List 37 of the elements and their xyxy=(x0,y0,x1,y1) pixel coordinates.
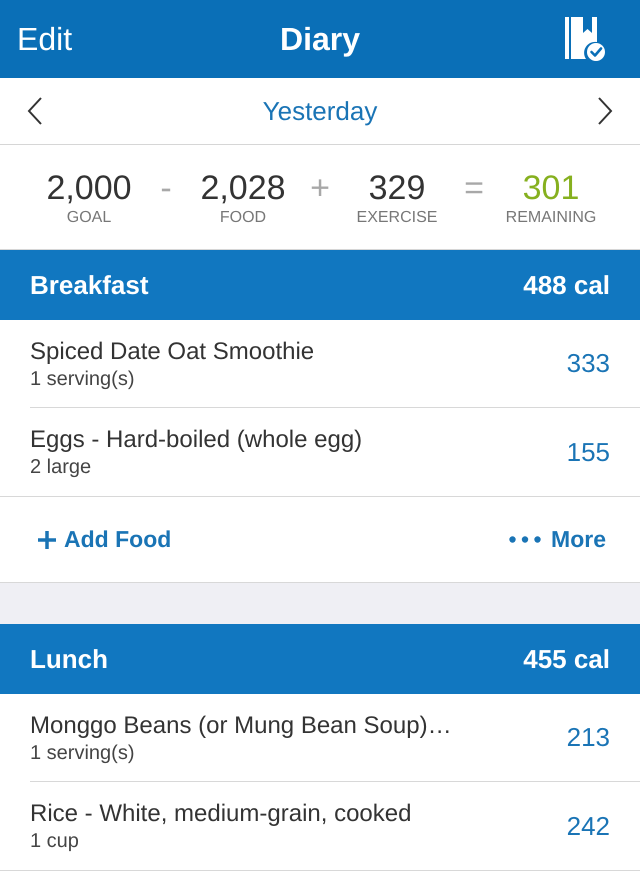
calorie-value: 329 xyxy=(368,168,426,208)
calorie-value: 2,000 xyxy=(46,168,132,208)
calorie-label: GOAL xyxy=(66,208,112,228)
serving-size: 1 cup xyxy=(30,829,80,853)
screen-title: Diary xyxy=(280,20,360,59)
food-name[interactable]: Monggo Beans (or Mung Bean Soup)… xyxy=(30,710,452,740)
chevron-right-icon[interactable] xyxy=(597,97,613,125)
chevron-left-icon[interactable] xyxy=(27,97,43,125)
date-label[interactable]: Yesterday xyxy=(262,92,378,130)
more-button[interactable]: More xyxy=(509,522,606,557)
serving-size: 1 serving(s) xyxy=(30,740,136,764)
calorie-count: 155 xyxy=(566,436,610,468)
operator-sign: + xyxy=(310,168,330,208)
calorie-count: 213 xyxy=(566,721,610,754)
food-name[interactable]: Eggs - Hard-boiled (whole egg) xyxy=(30,425,362,455)
plus-icon xyxy=(38,530,56,548)
calorie-label: REMAINING xyxy=(506,208,596,228)
calorie-count: 242 xyxy=(566,810,610,842)
calorie-count: 333 xyxy=(566,347,610,380)
serving-size: 2 large xyxy=(30,455,92,479)
food-name[interactable]: Spiced Date Oat Smoothie xyxy=(30,336,314,366)
meal-name: Lunch xyxy=(30,642,108,676)
meal-calories: 455 cal xyxy=(523,642,610,676)
calorie-value: 301 xyxy=(522,168,580,208)
serving-size: 1 serving(s) xyxy=(30,366,136,390)
calorie-value: 2,028 xyxy=(200,168,286,208)
meal-calories: 488 cal xyxy=(523,268,610,302)
operator-sign: = xyxy=(464,168,484,208)
food-name[interactable]: Rice - White, medium-grain, cooked xyxy=(30,799,412,829)
operator-sign: - xyxy=(160,168,172,208)
more-dots-icon xyxy=(509,536,542,543)
calorie-label: FOOD xyxy=(220,208,266,228)
add-food-button[interactable]: Add Food xyxy=(38,522,172,557)
notebook-check-icon[interactable] xyxy=(564,16,606,62)
meal-name: Breakfast xyxy=(30,268,149,302)
edit-button[interactable]: Edit xyxy=(17,15,72,63)
calorie-label: EXERCISE xyxy=(356,208,438,228)
